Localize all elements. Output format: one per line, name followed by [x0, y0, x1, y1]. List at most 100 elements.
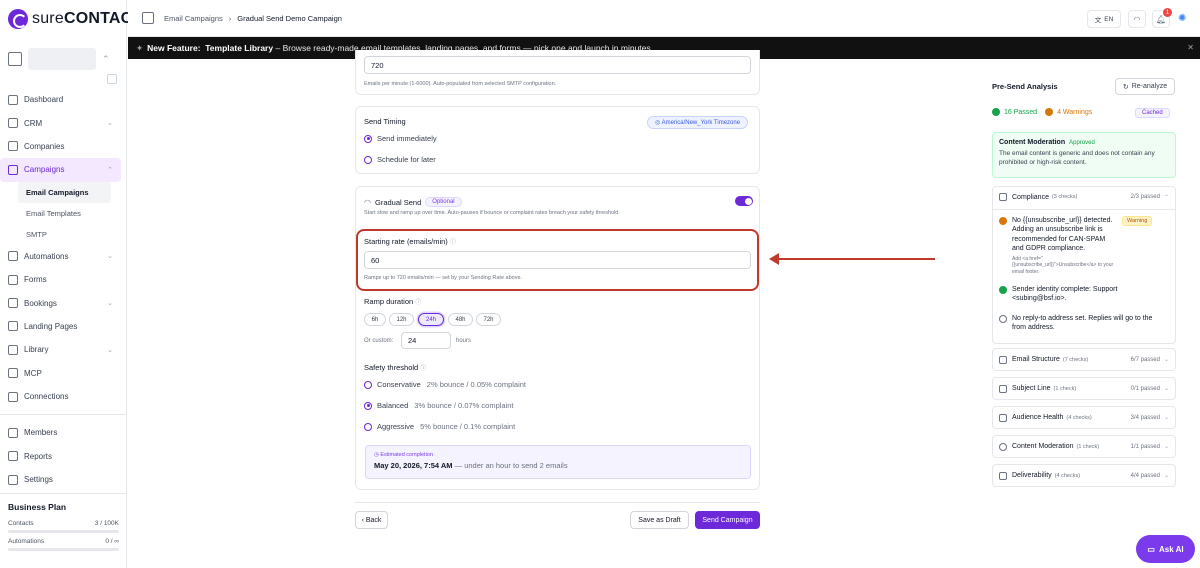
automation-icon [8, 251, 18, 262]
chat-icon: ▭ [1147, 544, 1155, 554]
chevron-down-icon: ⌄ [1163, 444, 1169, 450]
footer-divider [355, 502, 760, 503]
radio-send-immediately[interactable]: Send immediately [364, 134, 437, 143]
ramp-option-72h[interactable]: 72h [476, 313, 501, 326]
analysis-summary: 16 Passed 4 Warnings [992, 108, 1092, 116]
sidebar-item-mcp[interactable]: MCP [0, 362, 121, 385]
notifications-button[interactable]: 🔔︎ 1 [1152, 8, 1172, 28]
ramp-option-48h[interactable]: 48h [448, 313, 473, 326]
contacts-usage-bar [8, 530, 119, 533]
sidebar-item-email-campaigns[interactable]: Email Campaigns [18, 181, 111, 203]
custom-duration-input[interactable]: 24 [401, 332, 451, 349]
chevron-down-icon: ⌄ [1163, 415, 1169, 421]
gear-icon [8, 474, 18, 485]
sidebar-item-forms[interactable]: Forms [0, 268, 121, 291]
scale-icon [999, 193, 1007, 201]
building-icon [8, 141, 18, 152]
sidebar-item-companies[interactable]: Companies [0, 135, 121, 158]
ramp-option-12h[interactable]: 12h [389, 313, 414, 326]
sidebar-item-crm[interactable]: CRM ⌄ [0, 111, 121, 134]
sidebar-item-library[interactable]: Library ⌄ [0, 338, 121, 361]
section-subject-line[interactable]: Subject Line (1 check) 0/1 passed ⌄ [992, 377, 1176, 400]
globe-icon: ◎ [655, 120, 662, 126]
sidebar: sureCONTACT ⌃ Dashboard CRM ⌄ Companies C… [0, 0, 142, 568]
section-audience-health[interactable]: Audience Health (4 checks) 3/4 passed ⌄ [992, 406, 1176, 429]
panel-toggle-icon[interactable] [142, 12, 154, 24]
inbox-icon [999, 471, 1007, 480]
sidebar-collapse-button[interactable] [107, 74, 117, 84]
gradual-send-toggle[interactable] [735, 196, 753, 206]
chevron-updown-icon: ⌃ [102, 53, 110, 64]
radio-balanced[interactable]: Balanced 3% bounce / 0.07% complaint [364, 401, 514, 410]
back-button[interactable]: ‹ Back [355, 511, 388, 529]
chart-icon [8, 451, 18, 462]
help-button[interactable]: ◠ [1128, 10, 1146, 28]
sidebar-item-bookings[interactable]: Bookings ⌄ [0, 291, 121, 314]
send-timing-card: Send Timing ◎ America/New_York Timezone … [355, 106, 760, 174]
workspace-switcher[interactable]: ⌃ [8, 42, 118, 76]
radio-aggressive[interactable]: Aggressive 5% bounce / 0.1% complaint [364, 422, 515, 431]
workspace-name [28, 48, 96, 70]
section-content-moderation[interactable]: Content Moderation (1 check) 1/1 passed ⌄ [992, 435, 1176, 458]
sidebar-item-campaigns[interactable]: Campaigns ⌃ [0, 158, 121, 182]
check-item-unsubscribe: No {{unsubscribe_url}} detected. Adding … [999, 216, 1169, 275]
timezone-badge: ◎ America/New_York Timezone [647, 116, 749, 129]
compliance-header[interactable]: Compliance (3 checks) 2/3 passed ⌃ [999, 193, 1169, 201]
brand-logo[interactable]: sureCONTACT [8, 9, 142, 29]
radio-schedule-later[interactable]: Schedule for later [364, 155, 436, 164]
mcp-icon [8, 368, 18, 379]
ask-ai-button[interactable]: ▭ Ask AI [1136, 535, 1195, 563]
custom-duration-unit: hours [456, 338, 472, 344]
form-icon [8, 274, 18, 285]
sending-rate-hint: Emails per minute (1-6000). Auto-populat… [364, 81, 557, 87]
custom-duration-label: Or custom: [364, 338, 394, 344]
chevron-down-icon: ⌄ [1163, 473, 1169, 479]
send-timing-title: Send Timing [364, 117, 406, 126]
sidebar-item-smtp[interactable]: SMTP [0, 224, 111, 245]
sidebar-item-dashboard[interactable]: Dashboard [0, 88, 121, 111]
sidebar-item-automations[interactable]: Automations ⌄ [0, 245, 121, 268]
dashboard-icon [8, 94, 18, 105]
sidebar-item-email-templates[interactable]: Email Templates [0, 203, 111, 224]
sending-rate-input[interactable]: 720 [364, 56, 751, 74]
text-icon [999, 384, 1007, 393]
plan-title: Business Plan [8, 502, 67, 512]
sidebar-item-landing-pages[interactable]: Landing Pages [0, 315, 121, 338]
plan-usage: Business Plan Contacts 3 / 100K Automatio… [0, 493, 127, 568]
cached-badge: Cached [1135, 108, 1170, 118]
language-button[interactable]: 文 EN [1087, 10, 1121, 28]
send-campaign-button[interactable]: Send Campaign [695, 511, 760, 529]
sidebar-item-members[interactable]: Members [0, 421, 121, 444]
sidebar-item-reports[interactable]: Reports [0, 445, 121, 468]
estimated-completion: ◷ Estimated completion May 20, 2026, 7:5… [365, 445, 751, 479]
megaphone-icon [8, 164, 18, 175]
radio-icon [364, 380, 372, 389]
optional-badge: Optional [425, 197, 462, 207]
chevron-down-icon: ⌄ [107, 253, 113, 261]
radio-conservative[interactable]: Conservative 2% bounce / 0.05% complaint [364, 380, 526, 389]
chevron-up-icon: ⌃ [1163, 194, 1169, 201]
library-icon [8, 344, 18, 355]
refresh-icon: ↻ [1122, 83, 1129, 91]
sparkle-icon[interactable]: ✺ [1178, 13, 1186, 24]
section-email-structure[interactable]: Email Structure (7 checks) 6/7 passed ⌄ [992, 348, 1176, 371]
banner-feature-link[interactable]: Template Library [205, 43, 273, 53]
ramp-option-6h[interactable]: 6h [364, 313, 386, 326]
info-icon: ⓘ [415, 300, 422, 306]
ramp-option-24h[interactable]: 24h [418, 313, 444, 326]
close-icon[interactable]: ✕ [1187, 43, 1194, 52]
section-deliverability[interactable]: Deliverability (4 checks) 4/4 passed ⌄ [992, 464, 1176, 487]
warning-circle-icon [999, 217, 1007, 225]
info-circle-icon [999, 315, 1007, 323]
breadcrumb: Email Campaigns › Gradual Send Demo Camp… [164, 14, 342, 23]
reanalyze-button[interactable]: ↻ Re-analyze [1115, 78, 1175, 95]
sidebar-item-settings[interactable]: Settings [0, 468, 121, 491]
check-item-sender: Sender identity complete: Support <subin… [999, 285, 1169, 304]
gradual-send-desc: Start slow and ramp up over time. Auto-p… [364, 210, 620, 216]
chevron-right-icon: › [228, 14, 232, 23]
save-draft-button[interactable]: Save as Draft [630, 511, 689, 529]
sidebar-item-connections[interactable]: Connections [0, 385, 121, 408]
radio-icon [364, 134, 372, 143]
translate-icon: 文 [1094, 17, 1102, 24]
breadcrumb-parent[interactable]: Email Campaigns [164, 14, 223, 23]
